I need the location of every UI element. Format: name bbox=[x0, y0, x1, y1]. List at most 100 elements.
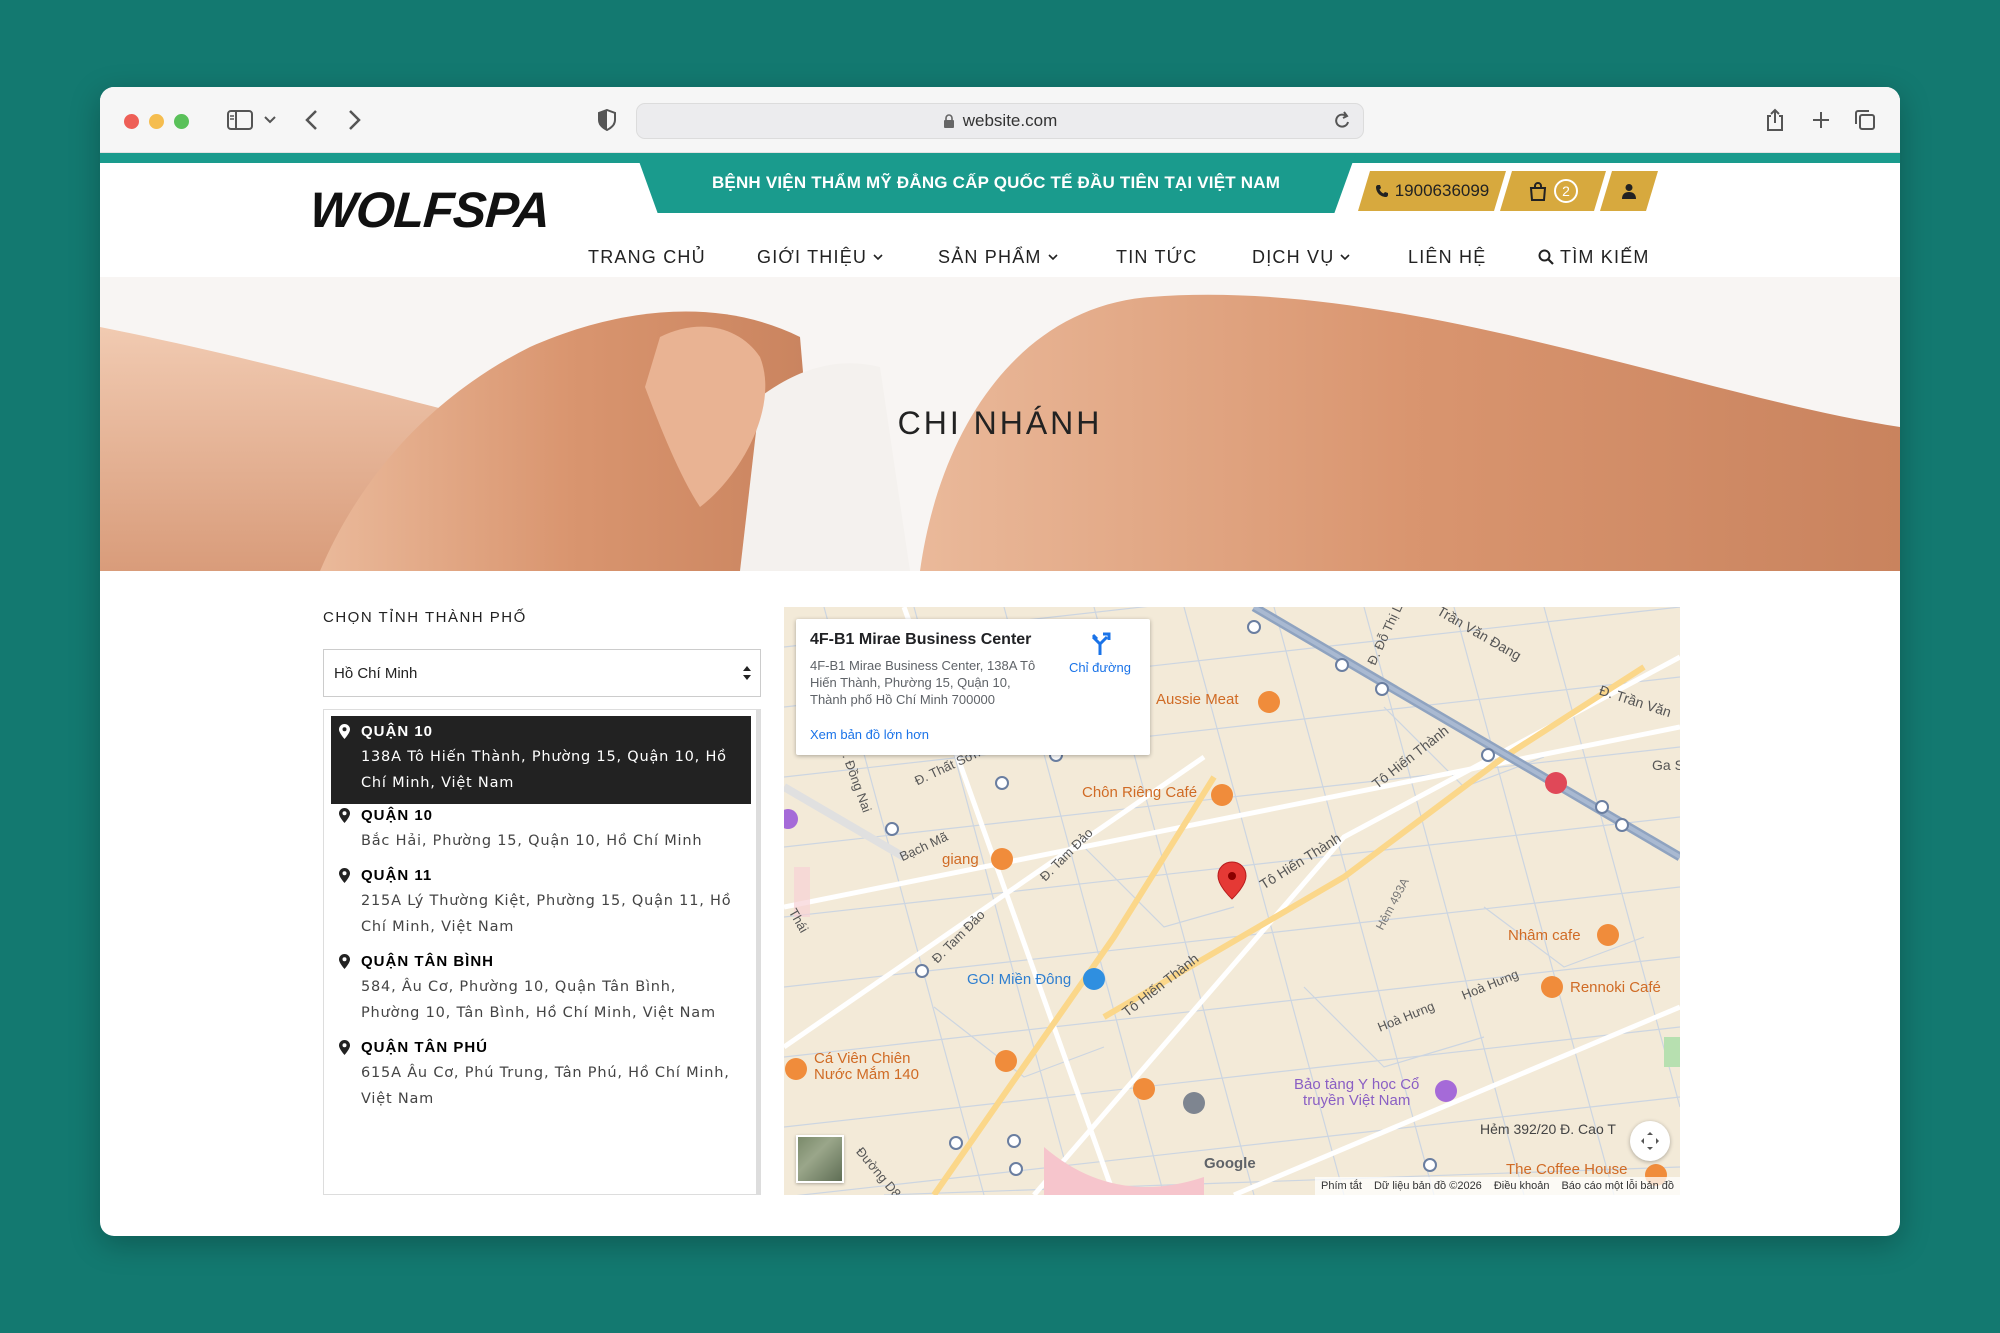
close-window-button[interactable] bbox=[124, 114, 139, 129]
branch-item[interactable]: QUẬN 10 Bắc Hải, Phường 15, Quận 10, Hồ … bbox=[331, 800, 751, 862]
site-logo[interactable]: WOLFSPA bbox=[308, 182, 551, 238]
map-terms-link[interactable]: Điều khoản bbox=[1494, 1180, 1550, 1192]
city-select-label: CHỌN TỈNH THÀNH PHỐ bbox=[323, 609, 527, 626]
main-nav: TRANG CHỦ GIỚI THIỆU SẢN PHẨM TIN TỨC DỊ… bbox=[100, 237, 1900, 277]
shopping-bag-icon bbox=[1528, 181, 1548, 201]
map-label-ca-vien-line2: Nước Mắm 140 bbox=[814, 1066, 919, 1083]
map-pin-icon bbox=[339, 954, 350, 973]
city-select-value: Hồ Chí Minh bbox=[334, 664, 418, 682]
fullscreen-icon bbox=[1641, 1132, 1659, 1150]
map-label-bao-tang-line2: truyền Việt Nam bbox=[1303, 1092, 1411, 1109]
satellite-toggle[interactable] bbox=[796, 1135, 844, 1183]
map-label-ga: Ga S bbox=[1652, 757, 1680, 773]
new-tab-icon[interactable] bbox=[1806, 103, 1836, 137]
google-map[interactable]: Aussie Meat Chôn Riêng Café giang GO! Mi… bbox=[784, 607, 1680, 1195]
nav-item-contact[interactable]: LIÊN HỆ bbox=[1408, 237, 1486, 277]
branch-item[interactable]: QUẬN 10 138A Tô Hiến Thành, Phường 15, Q… bbox=[331, 716, 751, 804]
reload-icon[interactable] bbox=[1333, 111, 1351, 136]
chevron-down-icon bbox=[873, 253, 883, 260]
branch-name: QUẬN 10 bbox=[361, 723, 434, 740]
nav-item-news[interactable]: TIN TỨC bbox=[1116, 237, 1197, 277]
map-pin-icon bbox=[339, 1040, 350, 1059]
map-shortcuts-link[interactable]: Phím tắt bbox=[1321, 1180, 1362, 1192]
tab-overview-icon[interactable] bbox=[1850, 103, 1880, 137]
user-icon bbox=[1622, 183, 1636, 199]
map-label-ca-vien[interactable]: Cá Viên Chiên Nước Mắm 140 bbox=[814, 1051, 919, 1083]
nav-item-home[interactable]: TRANG CHỦ bbox=[588, 237, 706, 277]
branch-address: 615A Âu Cơ, Phú Trung, Tân Phú, Hồ Chí M… bbox=[361, 1065, 730, 1107]
map-pin-icon bbox=[339, 808, 350, 827]
banner-text: BỆNH VIỆN THẨM MỸ ĐẲNG CẤP QUỐC TẾ ĐẦU T… bbox=[711, 173, 1281, 192]
cart-count-badge: 2 bbox=[1554, 179, 1578, 203]
map-report-link[interactable]: Báo cáo một lỗi bản đồ bbox=[1561, 1180, 1674, 1192]
phone-button[interactable]: 1900636099 bbox=[1358, 171, 1506, 211]
branch-address: 138A Tô Hiến Thành, Phường 15, Quận 10, … bbox=[361, 749, 727, 791]
branch-address: 584, Âu Cơ, Phường 10, Quận Tân Bình, Ph… bbox=[361, 979, 716, 1021]
minimize-window-button[interactable] bbox=[149, 114, 164, 129]
url-text: website.com bbox=[962, 111, 1058, 130]
map-label-bao-tang[interactable]: Bảo tàng Y học Cổ truyền Việt Nam bbox=[1294, 1077, 1419, 1109]
cart-button[interactable]: 2 bbox=[1500, 171, 1606, 211]
map-info-window: 4F-B1 Mirae Business Center 4F-B1 Mirae … bbox=[796, 619, 1150, 755]
map-label-aussie[interactable]: Aussie Meat bbox=[1156, 691, 1239, 708]
map-footer: Phím tắt Dữ liệu bản đồ ©2026 Điều khoản… bbox=[1315, 1177, 1680, 1195]
branch-item[interactable]: QUẬN TÂN BÌNH 584, Âu Cơ, Phường 10, Quậ… bbox=[331, 946, 751, 1034]
nav-item-products[interactable]: SẢN PHẨM bbox=[938, 237, 1058, 277]
directions-button[interactable]: Chỉ đường bbox=[1058, 631, 1142, 675]
branch-item[interactable]: QUẬN TÂN PHÚ 615A Âu Cơ, Phú Trung, Tân … bbox=[331, 1032, 751, 1120]
map-label-chon-rieng[interactable]: Chôn Riêng Café bbox=[1082, 784, 1197, 801]
map-label-giang[interactable]: giang bbox=[942, 851, 979, 868]
nav-item-label: DỊCH VỤ bbox=[1252, 246, 1335, 267]
forward-icon[interactable] bbox=[340, 103, 370, 137]
map-info-title: 4F-B1 Mirae Business Center bbox=[810, 631, 1032, 648]
map-label-ca-vien-line1: Cá Viên Chiên bbox=[814, 1050, 911, 1067]
nav-item-about[interactable]: GIỚI THIỆU bbox=[757, 237, 883, 277]
map-label-rennoki[interactable]: Rennoki Café bbox=[1570, 979, 1661, 996]
city-select[interactable]: Hồ Chí Minh bbox=[323, 649, 761, 697]
chevron-down-icon[interactable] bbox=[260, 103, 280, 137]
maximize-window-button[interactable] bbox=[174, 114, 189, 129]
nav-item-search[interactable]: TÌM KIẾM bbox=[1538, 237, 1650, 277]
google-logo: Google bbox=[1204, 1155, 1256, 1172]
branch-address: Bắc Hải, Phường 15, Quận 10, Hồ Chí Minh bbox=[361, 833, 703, 849]
select-arrows-icon bbox=[742, 663, 752, 687]
chevron-down-icon bbox=[1340, 253, 1350, 260]
map-label-coffee-house[interactable]: The Coffee House bbox=[1506, 1161, 1627, 1178]
browser-toolbar: website.com bbox=[100, 87, 1900, 153]
nav-item-label: LIÊN HỆ bbox=[1408, 246, 1487, 267]
phone-number: 1900636099 bbox=[1394, 181, 1490, 200]
sidebar-toggle-icon[interactable] bbox=[220, 103, 260, 137]
page-title: CHI NHÁNH bbox=[897, 405, 1103, 441]
shield-icon[interactable] bbox=[592, 103, 622, 137]
chevron-down-icon bbox=[1048, 253, 1058, 260]
branch-name: QUẬN TÂN PHÚ bbox=[361, 1039, 488, 1056]
nav-item-services[interactable]: DỊCH VỤ bbox=[1252, 237, 1350, 277]
branch-list-scrollbar[interactable] bbox=[756, 710, 760, 1194]
map-label-hem: Hẻm 392/20 Đ. Cao T bbox=[1480, 1121, 1616, 1137]
account-button[interactable] bbox=[1600, 171, 1658, 211]
header-banner: BỆNH VIỆN THẨM MỸ ĐẲNG CẤP QUỐC TẾ ĐẦU T… bbox=[636, 153, 1356, 213]
nav-item-label: TRANG CHỦ bbox=[588, 246, 706, 267]
map-label-go[interactable]: GO! Miền Đông bbox=[967, 971, 1071, 988]
branch-list[interactable]: QUẬN 10 138A Tô Hiến Thành, Phường 15, Q… bbox=[323, 709, 761, 1195]
nav-item-label: TIN TỨC bbox=[1116, 246, 1198, 267]
branch-name: QUẬN 10 bbox=[361, 807, 434, 824]
address-bar[interactable]: website.com bbox=[636, 103, 1364, 139]
phone-icon bbox=[1375, 184, 1389, 198]
map-label-nham[interactable]: Nhâm cafe bbox=[1508, 927, 1581, 944]
browser-window: website.com BỆNH VIỆN THẨM MỸ ĐẲNG CẤP Q… bbox=[100, 87, 1900, 1236]
directions-label: Chỉ đường bbox=[1068, 660, 1132, 675]
directions-icon bbox=[1091, 632, 1111, 655]
search-icon bbox=[1538, 249, 1554, 265]
map-info-address: 4F-B1 Mirae Business Center, 138A Tô Hiế… bbox=[810, 658, 1036, 707]
share-icon[interactable] bbox=[1760, 103, 1790, 137]
larger-map-link[interactable]: Xem bản đồ lớn hơn bbox=[810, 727, 929, 742]
map-pin-icon bbox=[339, 724, 350, 743]
map-label-bao-tang-line1: Bảo tàng Y học Cổ bbox=[1294, 1076, 1420, 1093]
branch-item[interactable]: QUẬN 11 215A Lý Thường Kiệt, Phường 15, … bbox=[331, 860, 751, 948]
fullscreen-button[interactable] bbox=[1630, 1121, 1670, 1161]
nav-item-label: SẢN PHẨM bbox=[938, 246, 1042, 267]
hero-banner: CHI NHÁNH bbox=[100, 277, 1900, 571]
back-icon[interactable] bbox=[296, 103, 326, 137]
branch-name: QUẬN 11 bbox=[361, 867, 433, 884]
